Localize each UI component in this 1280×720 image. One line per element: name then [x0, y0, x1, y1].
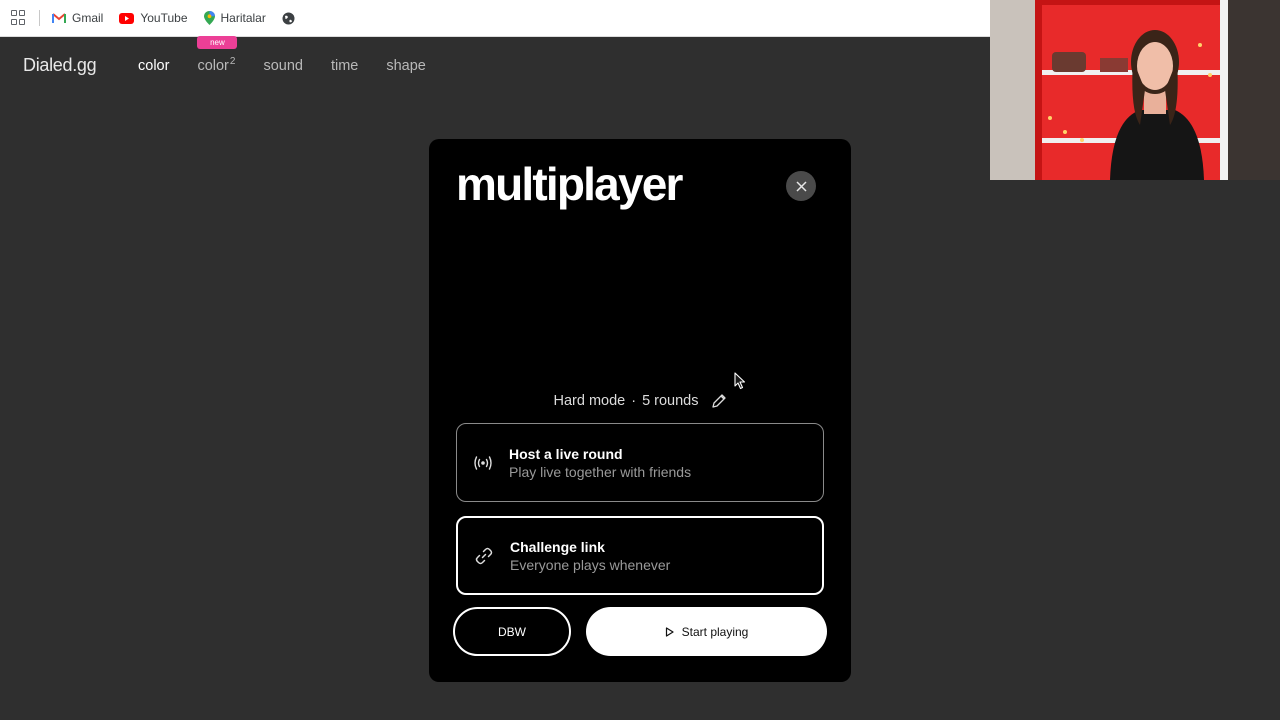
- bookmark-gmail-label: Gmail: [72, 11, 104, 25]
- start-playing-button[interactable]: Start playing: [586, 607, 827, 656]
- close-button[interactable]: [786, 171, 816, 201]
- site-logo[interactable]: Dialed.gg: [23, 55, 97, 76]
- nav-sound[interactable]: sound: [263, 58, 303, 74]
- nav-color-2[interactable]: new color2: [197, 36, 238, 74]
- settings-separator: ·: [631, 393, 637, 409]
- broadcast-icon: [457, 455, 509, 470]
- bookmarks-divider: [39, 10, 40, 26]
- host-live-round-option[interactable]: Host a live round Play live together wit…: [456, 423, 824, 502]
- bookmarks-bar: Gmail YouTube Haritalar: [0, 0, 990, 37]
- mode-label: Hard mode: [553, 393, 626, 409]
- host-option-title: Host a live round: [509, 445, 623, 462]
- bookmark-gmail[interactable]: Gmail: [52, 11, 103, 25]
- challenge-link-option[interactable]: Challenge link Everyone plays whenever: [456, 516, 824, 595]
- start-playing-label: Start playing: [681, 624, 749, 639]
- bookmark-maps-label: Haritalar: [220, 11, 266, 25]
- play-icon: [665, 626, 674, 637]
- edit-settings-button[interactable]: [711, 393, 727, 409]
- modal-title: multiplayer: [456, 158, 683, 210]
- link-icon: [458, 546, 510, 566]
- maps-icon: [203, 11, 215, 25]
- globe-icon: [282, 12, 295, 25]
- nav-color-2-sup: 2: [229, 56, 236, 67]
- mouse-cursor-icon: [734, 372, 746, 395]
- rounds-label: 5 rounds: [642, 393, 699, 409]
- site-nav: color new color2 sound time shape: [138, 36, 426, 74]
- challenge-option-title: Challenge link: [510, 538, 605, 555]
- bookmark-youtube[interactable]: YouTube: [119, 11, 188, 25]
- nav-color[interactable]: color: [138, 58, 169, 74]
- bookmark-globe[interactable]: [282, 12, 301, 25]
- nav-shape[interactable]: shape: [386, 58, 426, 74]
- apps-grid-icon[interactable]: [11, 10, 27, 26]
- new-badge: new: [197, 36, 238, 49]
- close-icon: [795, 180, 807, 192]
- host-option-subtitle: Play live together with friends: [509, 463, 692, 480]
- pencil-icon: [711, 394, 726, 408]
- bookmark-maps[interactable]: Haritalar: [203, 11, 266, 25]
- multiplayer-modal: multiplayer Hard mode · 5 rounds Host a …: [429, 139, 851, 682]
- bookmark-youtube-label: YouTube: [140, 11, 188, 25]
- nav-time[interactable]: time: [331, 58, 358, 74]
- youtube-icon: [119, 12, 135, 24]
- challenge-option-subtitle: Everyone plays whenever: [510, 556, 671, 573]
- player-name-button[interactable]: DBW: [453, 607, 571, 656]
- webcam-overlay: [990, 0, 1280, 180]
- game-settings: Hard mode · 5 rounds: [429, 393, 851, 409]
- nav-color-2-label: color: [197, 58, 229, 74]
- gmail-icon: [52, 12, 66, 24]
